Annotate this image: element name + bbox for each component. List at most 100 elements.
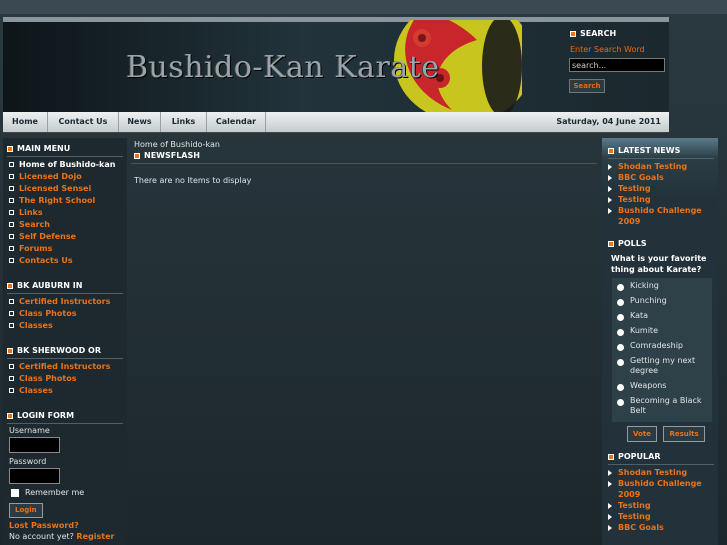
radio-icon[interactable] [617,329,624,336]
poll-option-label: Kata [630,311,649,320]
latest-news-item[interactable]: Bushido Challenge 2009 [602,205,718,227]
menu-item-label: Forums [19,244,53,253]
menu-item-licensed-sensei[interactable]: Licensed Sensei [3,183,127,195]
bullet-box-icon [9,258,14,263]
menu-item-home[interactable]: Home of Bushido-kan [3,159,127,171]
menu-item-label: Search [19,220,50,229]
popular-item[interactable]: BBC Goals [602,522,718,533]
poll-option-weapons[interactable]: Weapons [612,381,712,391]
bullet-box-icon [9,210,14,215]
search-subtitle: Enter Search Word [570,45,645,54]
sherwood-certified-instructors[interactable]: Certified Instructors [3,361,127,373]
search-title-text: SEARCH [580,29,617,38]
module-bullet-icon [7,347,13,354]
password-field[interactable] [9,468,60,484]
arrow-right-icon [608,469,612,476]
poll-option-kata[interactable]: Kata [612,311,712,321]
module-bullet-icon [608,147,614,154]
popular-item[interactable]: Bushido Challenge 2009 [602,478,718,500]
nav-contact-us[interactable]: Contact Us [48,112,119,132]
popular-item-label: Shodan Testing [618,468,688,477]
latest-news-title-text: LATEST NEWS [618,146,681,155]
search-input[interactable] [569,58,665,72]
search-button[interactable]: Search [569,79,605,93]
nav-home[interactable]: Home [3,112,48,132]
poll-option-label: Kumite [630,326,658,335]
menu-item-self-defense[interactable]: Self Defense [3,231,127,243]
popular-title: POPULAR [608,452,714,465]
popular-item[interactable]: Testing [602,500,718,511]
nav-news[interactable]: News [119,112,161,132]
sherwood-class-photos[interactable]: Class Photos [3,373,127,385]
poll-option-next-degree[interactable]: Getting my next degree [612,356,712,376]
poll-option-label: Becoming a Black Belt [630,396,702,415]
lost-password-link[interactable]: Lost Password? [3,520,127,532]
nav-links[interactable]: Links [161,112,207,132]
poll-option-black-belt[interactable]: Becoming a Black Belt [612,396,712,416]
arrow-right-icon [608,174,612,181]
menu-item-licensed-dojo[interactable]: Licensed Dojo [3,171,127,183]
bullet-box-icon [9,311,14,316]
auburn-certified-instructors[interactable]: Certified Instructors [3,296,127,308]
auburn-classes[interactable]: Classes [3,320,127,332]
right-sidebar: LATEST NEWS Shodan Testing BBC Goals Tes… [602,138,718,545]
menu-item-contacts-us[interactable]: Contacts Us [3,255,127,267]
poll-options: Kicking Punching Kata Kumite Comradeship… [612,278,712,422]
bullet-box-icon [9,186,14,191]
menu-item-label: Class Photos [19,374,77,383]
nav-calendar[interactable]: Calendar [207,112,266,132]
sherwood-classes[interactable]: Classes [3,385,127,397]
remember-me-checkbox[interactable] [11,488,19,497]
bullet-box-icon [9,246,14,251]
newsflash-heading: NEWSFLASH [131,151,597,164]
menu-item-label: Home of Bushido-kan [19,160,116,169]
radio-icon[interactable] [617,284,624,291]
poll-option-kumite[interactable]: Kumite [612,326,712,336]
popular-item[interactable]: Shodan Testing [602,467,718,478]
menu-item-search[interactable]: Search [3,219,127,231]
register-link[interactable]: Register [76,532,114,541]
auburn-class-photos[interactable]: Class Photos [3,308,127,320]
poll-option-label: Weapons [630,381,667,390]
login-button[interactable]: Login [9,503,43,518]
poll-option-kicking[interactable]: Kicking [612,281,712,291]
latest-news-item[interactable]: Shodan Testing [602,161,718,172]
radio-icon[interactable] [617,344,624,351]
main-menu-title-text: MAIN MENU [17,144,71,153]
arrow-right-icon [608,480,612,487]
menu-item-forums[interactable]: Forums [3,243,127,255]
popular-item[interactable]: Testing [602,511,718,522]
poll-option-label: Kicking [630,281,659,290]
latest-news-item[interactable]: Testing [602,183,718,194]
menu-item-label: Class Photos [19,309,77,318]
poll-option-comradeship[interactable]: Comradeship [612,341,712,351]
popular-item-label: BBC Goals [618,523,664,532]
main-content: Home of Bushido-kan NEWSFLASH There are … [131,138,597,185]
radio-icon[interactable] [617,384,624,391]
menu-item-right-school[interactable]: The Right School [3,195,127,207]
username-field[interactable] [9,437,60,453]
empty-message: There are no Items to display [134,176,252,185]
radio-icon[interactable] [617,299,624,306]
arrow-right-icon [608,502,612,509]
poll-option-label: Punching [630,296,667,305]
latest-news-item[interactable]: BBC Goals [602,172,718,183]
results-button[interactable]: Results [663,426,705,442]
menu-item-label: The Right School [19,196,96,205]
bullet-box-icon [9,162,14,167]
menu-item-label: Certified Instructors [19,297,111,306]
top-nav-bar: Home Contact Us News Links Calendar Satu… [3,112,669,133]
poll-option-punching[interactable]: Punching [612,296,712,306]
module-bullet-icon [7,412,13,419]
menu-item-links[interactable]: Links [3,207,127,219]
latest-news-item[interactable]: Testing [602,194,718,205]
radio-icon[interactable] [617,399,624,406]
module-bullet-icon [570,30,576,37]
vote-button[interactable]: Vote [627,426,657,442]
sherwood-title-text: BK SHERWOOD OR [17,346,101,355]
module-bullet-icon [7,145,13,152]
radio-icon[interactable] [617,314,624,321]
radio-icon[interactable] [617,359,624,366]
auburn-module-title: BK AUBURN IN [7,281,123,294]
news-item-label: BBC Goals [618,173,664,182]
